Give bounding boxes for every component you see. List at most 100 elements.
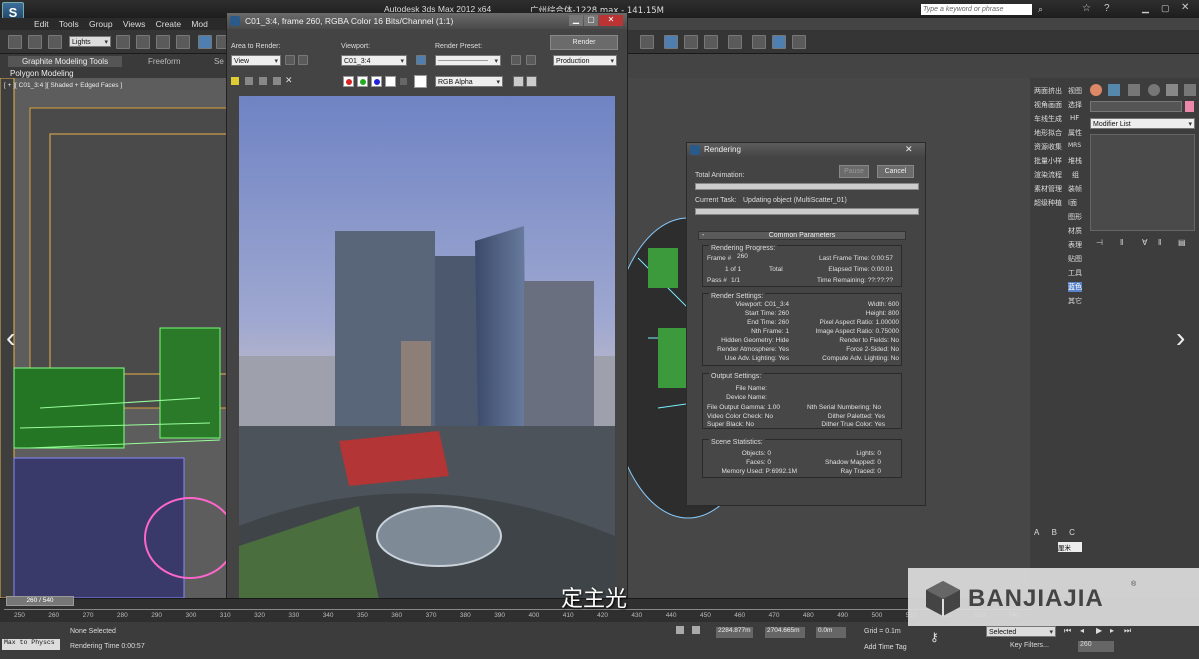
- menu-edit[interactable]: Edit: [34, 19, 49, 29]
- clone-window-icon[interactable]: [259, 77, 267, 85]
- z-coordinate[interactable]: 0.0m: [816, 627, 846, 638]
- render-setup-icon[interactable]: [752, 35, 766, 49]
- menu-item[interactable]: 资源收集: [1034, 142, 1062, 152]
- material-editor-icon[interactable]: [728, 35, 742, 49]
- menu-item[interactable]: 表理: [1068, 240, 1082, 250]
- menu-item-selected[interactable]: 蓝色: [1068, 282, 1082, 292]
- key-icon[interactable]: ⚷: [930, 630, 939, 644]
- menu-item[interactable]: 组: [1072, 170, 1079, 180]
- render-button[interactable]: Render: [550, 35, 618, 50]
- left-viewport[interactable]: [ + ][ C01_3:4 ][ Shaded + Edged Faces ]: [0, 78, 228, 598]
- tab-b[interactable]: B: [1052, 528, 1057, 537]
- menu-item[interactable]: 批量小样: [1034, 156, 1062, 166]
- link-icon[interactable]: [8, 35, 22, 49]
- edit-region-icon[interactable]: [285, 55, 295, 65]
- tab-c[interactable]: C: [1069, 528, 1075, 537]
- menu-tools[interactable]: Tools: [59, 19, 79, 29]
- configure-icon[interactable]: ▤: [1178, 238, 1186, 247]
- menu-item[interactable]: 视角画面: [1034, 100, 1062, 110]
- motion-tab-icon[interactable]: [1148, 84, 1160, 96]
- menu-item[interactable]: 视图: [1068, 86, 1082, 96]
- named-sets-icon[interactable]: [640, 35, 654, 49]
- green-channel-icon[interactable]: [357, 76, 368, 87]
- menu-create[interactable]: Create: [156, 19, 182, 29]
- frame-max-button[interactable]: ▢: [584, 15, 598, 26]
- select-by-name-icon[interactable]: [136, 35, 150, 49]
- binoculars-icon[interactable]: ⌕: [1038, 4, 1043, 15]
- menu-item[interactable]: 材质: [1068, 226, 1082, 236]
- print-icon[interactable]: [273, 77, 281, 85]
- add-time-tag[interactable]: Add Time Tag: [864, 644, 907, 651]
- curve-editor-icon[interactable]: [704, 35, 718, 49]
- bind-icon[interactable]: [48, 35, 62, 49]
- save-image-icon[interactable]: [231, 77, 239, 85]
- viewport-select[interactable]: C01_3:4: [341, 55, 407, 67]
- menu-item[interactable]: 其它: [1068, 296, 1082, 306]
- tab-graphite[interactable]: Graphite Modeling Tools: [8, 56, 122, 67]
- time-track[interactable]: [4, 609, 1032, 610]
- rendered-frame-icon[interactable]: [772, 35, 786, 49]
- key-filters-button[interactable]: Key Filters...: [1010, 642, 1049, 649]
- copy-image-icon[interactable]: [245, 77, 253, 85]
- prev-frame-icon[interactable]: ◂: [1080, 626, 1084, 635]
- lock-viewport-icon[interactable]: [416, 55, 426, 65]
- tab-a[interactable]: A: [1034, 528, 1039, 537]
- move-icon[interactable]: [198, 35, 212, 49]
- rect-select-icon[interactable]: [156, 35, 170, 49]
- time-slider[interactable]: 260 / 540: [6, 596, 74, 606]
- lock-selection-icon[interactable]: [676, 626, 684, 634]
- modifier-stack[interactable]: [1090, 134, 1195, 231]
- star-icon[interactable]: ☆: [1082, 3, 1091, 14]
- environment-icon[interactable]: [526, 55, 536, 65]
- hierarchy-tab-icon[interactable]: [1128, 84, 1140, 96]
- menu-item[interactable]: 两面挤出: [1034, 86, 1062, 96]
- channel-select[interactable]: RGB Alpha: [435, 76, 503, 88]
- modify-tab-icon[interactable]: [1108, 84, 1120, 96]
- clear-icon[interactable]: ✕: [285, 75, 293, 86]
- frame-min-button[interactable]: ▁: [569, 15, 583, 26]
- menu-item[interactable]: 车线生成: [1034, 114, 1062, 124]
- max-to-physx-button[interactable]: Max to Physcs: [2, 639, 60, 650]
- menu-item[interactable]: 装帧: [1068, 184, 1082, 194]
- pin-stack-icon[interactable]: ⊣: [1096, 238, 1103, 247]
- display-toggle-icon[interactable]: [513, 76, 524, 87]
- pause-button[interactable]: Pause: [839, 165, 869, 178]
- menu-item[interactable]: 素材管理: [1034, 184, 1062, 194]
- tab-freeform[interactable]: Freeform: [148, 57, 180, 66]
- create-tab-icon[interactable]: [1090, 84, 1102, 96]
- alpha-channel-icon[interactable]: [385, 76, 396, 87]
- production-select[interactable]: Production: [553, 55, 617, 67]
- render-icon[interactable]: [792, 35, 806, 49]
- display-tab-icon[interactable]: [1166, 84, 1178, 96]
- window-crossing-icon[interactable]: [176, 35, 190, 49]
- render-setup-icon[interactable]: [511, 55, 521, 65]
- units-select[interactable]: 厘米: [1058, 542, 1082, 552]
- menu-item[interactable]: 超级种植: [1034, 198, 1062, 208]
- make-unique-icon[interactable]: ∀: [1142, 238, 1147, 247]
- collapse-icon[interactable]: -: [702, 232, 704, 240]
- layer-manager-icon[interactable]: [664, 35, 678, 49]
- x-coordinate[interactable]: 2284.877m: [716, 627, 753, 638]
- menu-item[interactable]: HF: [1070, 114, 1079, 122]
- prev-arrow-icon[interactable]: ‹: [6, 322, 15, 354]
- modifier-list-select[interactable]: Modifier List: [1090, 118, 1195, 130]
- swatch-icon[interactable]: [414, 75, 427, 88]
- minimize-button[interactable]: ▁: [1142, 3, 1149, 14]
- go-start-icon[interactable]: ⏮: [1064, 626, 1071, 636]
- menu-item[interactable]: 贴图: [1068, 254, 1082, 264]
- maximize-button[interactable]: ▢: [1161, 3, 1170, 14]
- menu-modifiers[interactable]: Mod: [191, 19, 208, 29]
- menu-item[interactable]: 渲染流程: [1034, 170, 1062, 180]
- next-arrow-icon[interactable]: ›: [1176, 322, 1185, 354]
- tab-selection[interactable]: Se: [214, 57, 224, 66]
- menu-item[interactable]: 图形: [1068, 212, 1082, 222]
- menu-item[interactable]: 堆栈: [1068, 156, 1082, 166]
- frame-close-button[interactable]: ✕: [599, 15, 623, 26]
- menu-item[interactable]: 选择: [1068, 100, 1082, 110]
- play-icon[interactable]: ▶: [1096, 626, 1102, 635]
- menu-item[interactable]: 属性: [1068, 128, 1082, 138]
- search-input[interactable]: Type a keyword or phrase: [921, 4, 1032, 15]
- object-name-field[interactable]: [1090, 101, 1182, 112]
- go-end-icon[interactable]: ⏭: [1124, 626, 1131, 636]
- red-channel-icon[interactable]: [343, 76, 354, 87]
